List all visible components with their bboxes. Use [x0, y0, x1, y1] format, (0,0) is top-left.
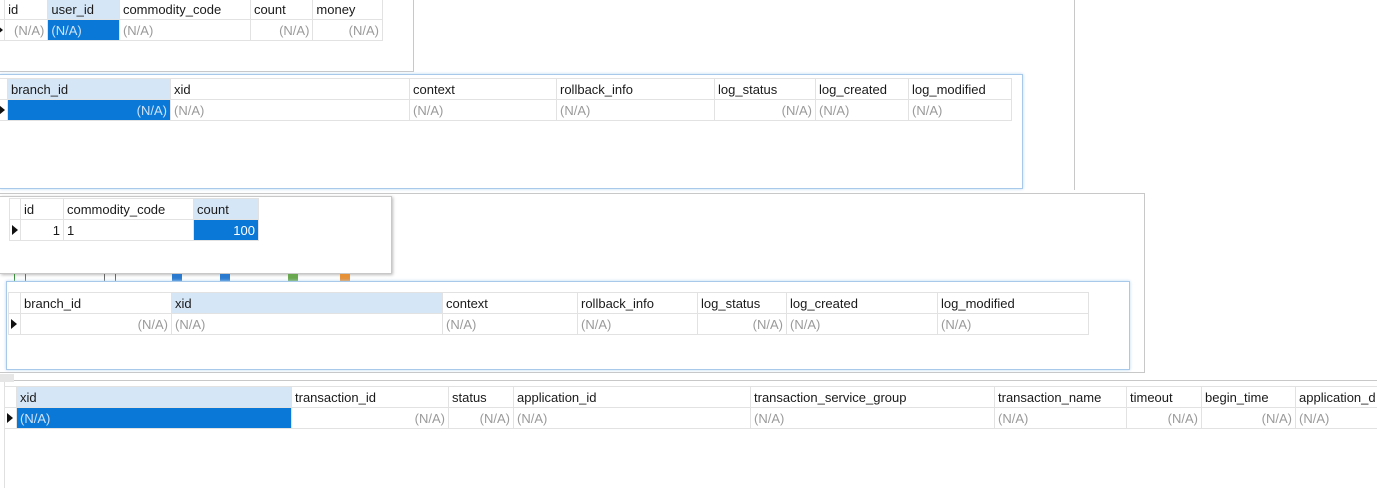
table-row[interactable]: (N/A) (N/A) (N/A) (N/A) (N/A): [0, 19, 383, 41]
column-header-log-modified[interactable]: log_modified: [908, 78, 1012, 100]
data-grid-4[interactable]: branch_id xid context rollback_info log_…: [8, 292, 1089, 335]
grid-cell[interactable]: (N/A): [556, 99, 715, 121]
grid-cell[interactable]: (N/A): [249, 19, 314, 41]
grid-2-header-row: branch_id xid context rollback_info log_…: [0, 78, 1012, 100]
data-grid-3[interactable]: id commodity_code count 1 1 100: [9, 198, 259, 241]
grid-cell-selected[interactable]: (N/A): [16, 407, 292, 429]
column-header-xid[interactable]: xid: [170, 78, 410, 100]
column-header-rollback-info[interactable]: rollback_info: [577, 292, 698, 314]
grid-cell[interactable]: (N/A): [170, 99, 410, 121]
table-row[interactable]: (N/A) (N/A) (N/A) (N/A) (N/A) (N/A) (N/A…: [4, 407, 1377, 429]
column-header-rollback-info[interactable]: rollback_info: [556, 78, 715, 100]
row-indicator-header: [9, 198, 21, 220]
data-grid-1[interactable]: id user_id commodity_code count money (N…: [0, 0, 383, 41]
grid-cell[interactable]: (N/A): [815, 99, 909, 121]
grid-cell[interactable]: (N/A): [171, 313, 443, 335]
column-header-log-modified[interactable]: log_modified: [937, 292, 1089, 314]
column-header-log-created[interactable]: log_created: [815, 78, 909, 100]
column-header-commodity-code[interactable]: commodity_code: [118, 0, 251, 20]
column-header-context[interactable]: context: [409, 78, 557, 100]
grid-cell[interactable]: (N/A): [312, 19, 383, 41]
grid-cell[interactable]: (N/A): [513, 407, 751, 429]
panel-5-top-strip: [0, 374, 14, 382]
grid-cell[interactable]: (N/A): [442, 313, 578, 335]
grid-cell[interactable]: (N/A): [577, 313, 698, 335]
current-row-arrow-icon: [7, 413, 13, 423]
grid-5-header-row: xid transaction_id status application_id…: [4, 386, 1377, 408]
row-indicator[interactable]: [0, 19, 6, 41]
column-header-context[interactable]: context: [442, 292, 578, 314]
table-row[interactable]: (N/A) (N/A) (N/A) (N/A) (N/A) (N/A) (N/A…: [8, 313, 1089, 335]
column-header-log-status[interactable]: log_status: [697, 292, 787, 314]
column-header-log-status[interactable]: log_status: [714, 78, 816, 100]
row-indicator-header: [0, 78, 8, 100]
grid-cell[interactable]: (N/A): [409, 99, 557, 121]
column-header-status[interactable]: status: [448, 386, 514, 408]
data-grid-5[interactable]: xid transaction_id status application_id…: [4, 386, 1377, 429]
column-header-user-id[interactable]: user_id: [47, 0, 120, 20]
column-header-application-data[interactable]: application_d: [1295, 386, 1377, 408]
row-indicator[interactable]: [0, 99, 8, 121]
grid-cell[interactable]: (N/A): [118, 19, 251, 41]
current-row-arrow-icon: [0, 105, 5, 115]
column-header-money[interactable]: money: [312, 0, 383, 20]
column-header-log-created[interactable]: log_created: [786, 292, 938, 314]
row-indicator[interactable]: [8, 313, 21, 335]
row-indicator-header: [8, 292, 21, 314]
grid-cell[interactable]: (N/A): [4, 19, 49, 41]
grid-cell[interactable]: (N/A): [697, 313, 787, 335]
data-grid-2[interactable]: branch_id xid context rollback_info log_…: [0, 78, 1012, 121]
grid-cell[interactable]: (N/A): [1201, 407, 1296, 429]
grid-cell[interactable]: (N/A): [786, 313, 938, 335]
grid-cell[interactable]: (N/A): [20, 313, 172, 335]
grid-cell-selected[interactable]: (N/A): [47, 19, 120, 41]
column-header-branch-id[interactable]: branch_id: [7, 78, 171, 100]
row-indicator[interactable]: [4, 407, 17, 429]
column-header-transaction-id[interactable]: transaction_id: [291, 386, 449, 408]
grid-cell[interactable]: 1: [20, 219, 64, 241]
grid-cell-selected[interactable]: 100: [193, 219, 259, 241]
row-indicator-header: [4, 386, 17, 408]
column-header-commodity-code[interactable]: commodity_code: [63, 198, 194, 220]
row-indicator-header: [0, 0, 6, 20]
column-header-branch-id[interactable]: branch_id: [20, 292, 172, 314]
grid-3-header-row: id commodity_code count: [9, 198, 259, 220]
grid-cell[interactable]: (N/A): [1126, 407, 1202, 429]
column-header-transaction-name[interactable]: transaction_name: [994, 386, 1127, 408]
column-header-transaction-service-group[interactable]: transaction_service_group: [750, 386, 995, 408]
row-indicator[interactable]: [9, 219, 21, 241]
column-header-id[interactable]: id: [4, 0, 49, 20]
column-header-count[interactable]: count: [193, 198, 259, 220]
grid-cell[interactable]: (N/A): [937, 313, 1089, 335]
grid-cell[interactable]: (N/A): [1295, 407, 1377, 429]
grid-cell[interactable]: (N/A): [908, 99, 1012, 121]
column-header-xid[interactable]: xid: [16, 386, 292, 408]
grid-4-header-row: branch_id xid context rollback_info log_…: [8, 292, 1089, 314]
grid-cell[interactable]: (N/A): [750, 407, 995, 429]
current-row-arrow-icon: [0, 25, 3, 35]
grid-cell[interactable]: (N/A): [994, 407, 1127, 429]
current-row-arrow-icon: [12, 225, 18, 235]
table-row[interactable]: (N/A) (N/A) (N/A) (N/A) (N/A) (N/A) (N/A…: [0, 99, 1012, 121]
current-row-arrow-icon: [11, 319, 17, 329]
grid-1-header-row: id user_id commodity_code count money: [0, 0, 383, 20]
grid-cell[interactable]: (N/A): [714, 99, 816, 121]
column-header-timeout[interactable]: timeout: [1126, 386, 1202, 408]
grid-cell[interactable]: 1: [63, 219, 194, 241]
column-header-xid[interactable]: xid: [171, 292, 443, 314]
column-header-application-id[interactable]: application_id: [513, 386, 751, 408]
grid-cell-selected[interactable]: (N/A): [7, 99, 171, 121]
table-row[interactable]: 1 1 100: [9, 219, 259, 241]
grid-cell[interactable]: (N/A): [448, 407, 514, 429]
column-header-count[interactable]: count: [249, 0, 314, 20]
column-header-begin-time[interactable]: begin_time: [1201, 386, 1296, 408]
column-header-id[interactable]: id: [20, 198, 64, 220]
grid-cell[interactable]: (N/A): [291, 407, 449, 429]
